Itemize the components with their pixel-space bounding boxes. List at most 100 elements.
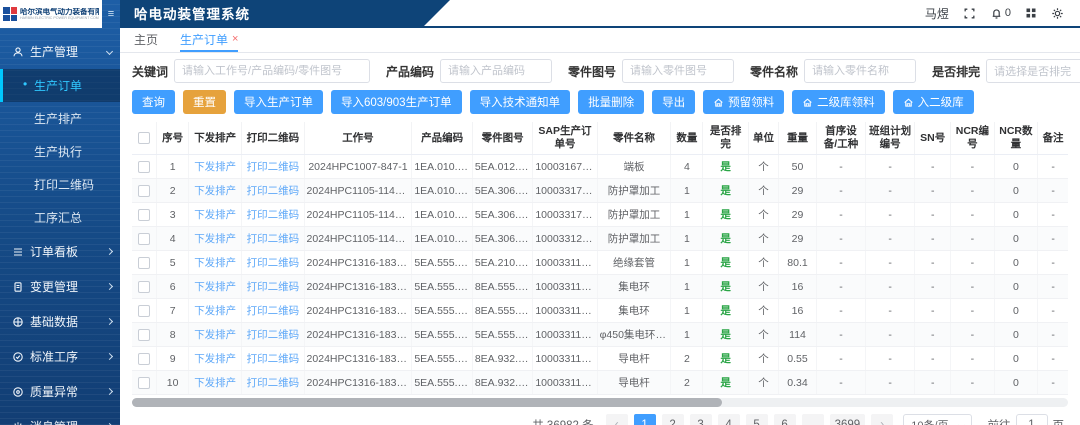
row-checkbox[interactable] [138,377,150,389]
cell-print[interactable]: 打印二维码 [242,299,304,323]
goto-page-input[interactable] [1016,414,1048,425]
cell-dispatch[interactable]: 下发排产 [189,203,242,227]
cell-weight: 50 [779,155,817,179]
cell-print[interactable]: 打印二维码 [242,155,304,179]
cell-checkbox[interactable] [132,179,157,203]
cell-dispatch[interactable]: 下发排产 [189,227,242,251]
cell-checkbox[interactable] [132,251,157,275]
filter-input-零件图号[interactable] [622,59,734,83]
cell-ncr_no: - [951,251,994,275]
notification-bell-icon[interactable]: 0 [990,7,1011,20]
导入603/903生产订单-button[interactable]: 导入603/903生产订单 [331,90,462,114]
tab-close-icon[interactable]: × [232,33,238,45]
入二级库-button[interactable]: 入二级库 [893,90,974,114]
预留领料-button[interactable]: 预留领料 [703,90,784,114]
scrollbar-thumb[interactable] [132,398,722,407]
cell-print[interactable]: 打印二维码 [242,347,304,371]
cell-print[interactable]: 打印二维码 [242,371,304,395]
sidebar-group-标准工序[interactable]: 标准工序 [0,339,120,374]
filter-input-产品编码[interactable] [440,59,552,83]
sidebar-group-基础数据[interactable]: 基础数据 [0,304,120,339]
apps-grid-icon[interactable] [1025,7,1037,19]
row-checkbox[interactable] [138,233,150,245]
horizontal-scrollbar[interactable] [132,398,1068,407]
row-checkbox[interactable] [138,257,150,269]
row-checkbox[interactable] [138,281,150,293]
cell-weight: 114 [779,323,817,347]
cell-print[interactable]: 打印二维码 [242,323,304,347]
sidebar-item-生产执行[interactable]: 生产执行 [0,135,120,168]
row-checkbox[interactable] [138,305,150,317]
cell-dispatch[interactable]: 下发排产 [189,299,242,323]
settings-gear-icon[interactable] [1051,7,1064,20]
sidebar-item-生产排产[interactable]: 生产排产 [0,102,120,135]
sidebar-item-生产订单[interactable]: 生产订单 [0,69,120,102]
cell-checkbox[interactable] [132,227,157,251]
cell-checkbox[interactable] [132,371,157,395]
row-checkbox[interactable] [138,353,150,365]
cell-print[interactable]: 打印二维码 [242,251,304,275]
cell-checkbox[interactable] [132,275,157,299]
sidebar-item-打印二维码[interactable]: 打印二维码 [0,168,120,201]
sidebar-group-订单看板[interactable]: 订单看板 [0,234,120,269]
prev-page-button[interactable]: ‹ [606,414,628,425]
cell-checkbox[interactable] [132,347,157,371]
导入技术通知单-button[interactable]: 导入技术通知单 [470,90,571,114]
cell-dispatch[interactable]: 下发排产 [189,251,242,275]
cell-first_device: - [816,323,865,347]
tab-生产订单[interactable]: 生产订单× [180,28,238,52]
cell-ncr_qty: 0 [994,299,1037,323]
sidebar-group-变更管理[interactable]: 变更管理 [0,269,120,304]
cell-dispatch[interactable]: 下发排产 [189,275,242,299]
filter-input-零件名称[interactable] [804,59,916,83]
cell-dispatch[interactable]: 下发排产 [189,179,242,203]
next-page-button[interactable]: › [871,414,893,425]
page-button-4[interactable]: 4 [718,414,740,425]
chevron-down-icon [106,48,113,55]
sidebar-collapse-icon[interactable]: ≡ [102,0,120,28]
sidebar-group-消息管理[interactable]: 消息管理 [0,409,120,425]
row-checkbox[interactable] [138,161,150,173]
row-checkbox[interactable] [138,329,150,341]
cell-dispatch[interactable]: 下发排产 [189,371,242,395]
column-header-remark: 备注 [1038,122,1068,155]
cell-print[interactable]: 打印二维码 [242,179,304,203]
二级库领料-button[interactable]: 二级库领料 [792,90,885,114]
fullscreen-icon[interactable] [963,7,976,20]
page-button-3[interactable]: 3 [690,414,712,425]
page-button-2[interactable]: 2 [662,414,684,425]
tab-主页[interactable]: 主页 [134,28,158,52]
username[interactable]: 马煜 [925,5,949,22]
page-size-select[interactable]: 10条/页 [903,414,971,425]
filter-input-关键词[interactable] [174,59,370,83]
sidebar-group-质量异常[interactable]: 质量异常 [0,374,120,409]
top-header: 哈电动装管理系统 马煜 0 [120,0,1080,28]
cell-print[interactable]: 打印二维码 [242,275,304,299]
cell-checkbox[interactable] [132,299,157,323]
导出-button[interactable]: 导出 [652,90,695,114]
cell-checkbox[interactable] [132,323,157,347]
cell-checkbox[interactable] [132,155,157,179]
cell-dispatch[interactable]: 下发排产 [189,323,242,347]
查询-button[interactable]: 查询 [132,90,175,114]
导入生产订单-button[interactable]: 导入生产订单 [234,90,323,114]
cell-print[interactable]: 打印二维码 [242,227,304,251]
button-label: 导入生产订单 [244,94,313,110]
sidebar-group-生产管理[interactable]: 生产管理 [0,34,120,69]
page-button-5[interactable]: 5 [746,414,768,425]
cell-dispatch[interactable]: 下发排产 [189,347,242,371]
sidebar-item-工序汇总[interactable]: 工序汇总 [0,201,120,234]
filter-select-是否排完[interactable]: 请选择是否排完 [986,59,1080,83]
row-checkbox[interactable] [138,185,150,197]
page-button-3699[interactable]: 3699 [830,414,866,425]
重置-button[interactable]: 重置 [183,90,226,114]
row-checkbox[interactable] [138,209,150,221]
cell-print[interactable]: 打印二维码 [242,203,304,227]
more-pages-button[interactable]: … [802,414,824,425]
page-button-1[interactable]: 1 [634,414,656,425]
cell-dispatch[interactable]: 下发排产 [189,155,242,179]
page-button-6[interactable]: 6 [774,414,796,425]
select-all-checkbox[interactable] [138,132,150,144]
cell-checkbox[interactable] [132,203,157,227]
批量删除-button[interactable]: 批量删除 [578,90,644,114]
